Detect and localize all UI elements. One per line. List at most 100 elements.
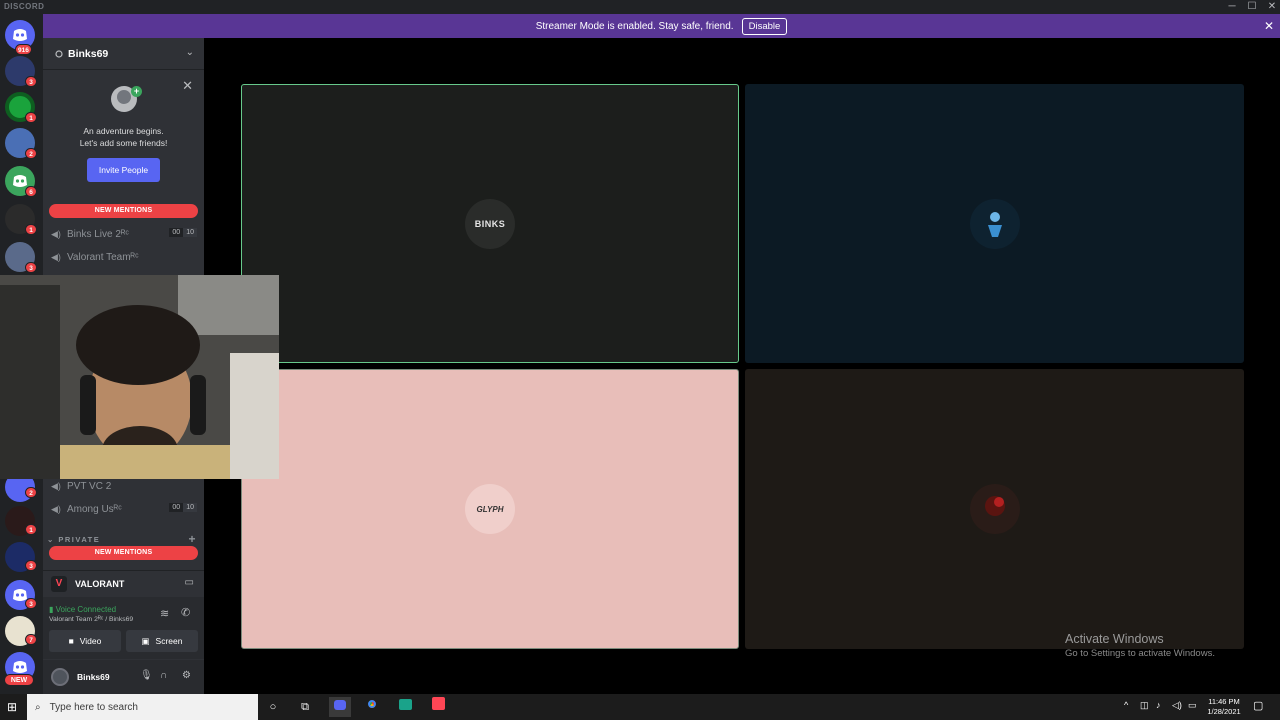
voice-channel[interactable]: ◀) PVT VC 2: [51, 476, 197, 496]
channel-name: Binks Live 2ᴿᶜ: [67, 228, 129, 240]
server-icon[interactable]: 3: [5, 580, 37, 610]
valorant-logo-icon: V: [51, 575, 67, 592]
mention-badge: 1: [25, 224, 37, 235]
voice-channel[interactable]: ◀) Among Usᴿᶜ 00 10: [51, 499, 197, 519]
mention-badge: 7: [25, 634, 37, 645]
avatar[interactable]: [51, 668, 69, 686]
cortana-icon[interactable]: ○: [262, 697, 284, 717]
avatar: BINKS: [465, 198, 515, 249]
server-icon[interactable]: 3: [5, 242, 37, 273]
channel-name: PVT VC 2: [67, 480, 112, 492]
category-private[interactable]: ⌄ PRIVATE +: [47, 532, 197, 546]
mention-badge: 916: [15, 44, 32, 55]
invite-headline: An adventure begins.: [83, 126, 164, 136]
chevron-up-icon[interactable]: ^: [1124, 700, 1128, 710]
invite-subtext: Let's add some friends!: [79, 138, 168, 148]
voice-channel-path[interactable]: Valorant Team 2ᴿᶜ / Binks69: [49, 616, 133, 623]
disable-button[interactable]: Disable: [741, 17, 788, 35]
video-button[interactable]: ■ Video: [49, 630, 121, 652]
volume-icon[interactable]: ◁): [1172, 700, 1182, 711]
server-icon[interactable]: 2: [5, 128, 37, 159]
discord-window: DISCORD ─ ☐ ✕ 916 3 1 2 6 1 3 2 1 3 3 7 …: [0, 0, 1280, 694]
mention-badge: 1: [25, 112, 37, 123]
windows-taskbar: ⊞ ⌕ Type here to search ○ ⧉ ^ ◫ ♪ ◁) ▭ 1…: [0, 694, 1280, 720]
voice-connection-panel: ▮ Voice Connected Valorant Team 2ᴿᶜ / Bi…: [43, 597, 204, 659]
chrome-icon[interactable]: [361, 697, 383, 717]
task-view-icon[interactable]: ⧉: [294, 697, 316, 717]
app-brand: DISCORD: [4, 2, 45, 11]
channel-name: Among Usᴿᶜ: [67, 503, 122, 515]
participant-tile[interactable]: [745, 369, 1244, 649]
disconnect-icon[interactable]: ✆: [181, 606, 190, 619]
windows-start-icon[interactable]: ⊞: [0, 694, 24, 720]
server-icon[interactable]: 3: [5, 56, 37, 87]
microphone-icon[interactable]: 🎙: [140, 670, 153, 681]
server-icon[interactable]: 6: [5, 166, 37, 197]
new-mentions-bar[interactable]: NEW MENTIONS: [49, 546, 198, 560]
watermark-subtitle: Go to Settings to activate Windows.: [1065, 648, 1215, 659]
user-limit: 00 10: [169, 228, 197, 237]
server-icon[interactable]: 3: [5, 542, 37, 572]
plus-icon: +: [131, 86, 142, 97]
tray-app-icon[interactable]: ◫: [1140, 700, 1149, 711]
taskbar-search[interactable]: ⌕ Type here to search: [27, 694, 258, 720]
guild-name: Binks69: [68, 47, 109, 60]
guild-header[interactable]: Binks69 ⌄: [43, 38, 204, 70]
avatar: GLYPH: [465, 484, 515, 534]
notifications-icon[interactable]: ▢: [1253, 699, 1263, 712]
banner-message: Streamer Mode is enabled. Stay safe, fri…: [535, 20, 734, 32]
clock-date: 1/28/2021: [1207, 707, 1241, 716]
user-panel: Binks69 🎙 ∩ ⚙: [43, 660, 204, 694]
mention-badge: 3: [25, 598, 37, 609]
voice-status: ▮ Voice Connected: [49, 605, 117, 614]
mention-badge: 2: [25, 148, 37, 159]
search-placeholder: Type here to search: [49, 701, 138, 713]
screen-share-icon[interactable]: ▭: [185, 577, 194, 588]
server-icon[interactable]: 1: [5, 204, 37, 235]
network-icon[interactable]: ▭: [1188, 700, 1197, 711]
maximize-button[interactable]: ☐: [1242, 0, 1262, 14]
avatar-icon: [987, 211, 1002, 237]
participant-tile[interactable]: GLYPH: [241, 369, 739, 649]
participant-tile[interactable]: BINKS: [241, 84, 739, 363]
home-button[interactable]: 916: [5, 20, 35, 55]
camera-icon: ■: [68, 636, 74, 646]
valorant-taskbar-icon[interactable]: [427, 697, 449, 717]
voice-channel[interactable]: ◀) Binks Live 2ᴿᶜ 00 10: [51, 224, 197, 244]
server-icon[interactable]: 1: [5, 506, 37, 536]
close-icon[interactable]: ✕: [1264, 19, 1274, 33]
minimize-button[interactable]: ─: [1222, 0, 1242, 14]
mention-badge: 3: [25, 262, 37, 273]
avatar-icon: [984, 496, 1005, 516]
app-icon[interactable]: [394, 697, 416, 717]
screen-icon: ▣: [141, 635, 150, 646]
streamer-mode-banner: Streamer Mode is enabled. Stay safe, fri…: [43, 14, 1280, 38]
webcam-overlay: [0, 275, 279, 479]
discord-taskbar-icon[interactable]: [329, 697, 351, 717]
server-icon[interactable]: 1: [5, 92, 37, 123]
headphones-icon[interactable]: ∩: [160, 670, 167, 681]
chevron-down-icon: ⌄: [47, 535, 59, 544]
gear-icon[interactable]: ⚙: [182, 670, 191, 681]
user-limit: 00 10: [169, 503, 197, 512]
new-mentions-bar[interactable]: NEW MENTIONS: [49, 204, 198, 218]
invite-people-button[interactable]: Invite People: [87, 158, 160, 182]
server-icon[interactable]: 7: [5, 616, 37, 646]
system-clock[interactable]: 11:46 PM 1/28/2021: [1200, 697, 1248, 717]
microphone-icon[interactable]: ♪: [1156, 700, 1161, 710]
title-bar: DISCORD ─ ☐ ✕: [0, 0, 1280, 14]
close-window-button[interactable]: ✕: [1262, 0, 1280, 14]
webcam-feed-image: [0, 275, 279, 479]
mention-badge: 1: [25, 524, 37, 535]
new-mentions-pill[interactable]: NEW: [4, 674, 34, 686]
participant-tile[interactable]: [745, 84, 1244, 363]
activation-watermark: Activate Windows Go to Settings to activ…: [1065, 632, 1215, 659]
category-label: PRIVATE: [58, 535, 101, 544]
close-icon[interactable]: ✕: [182, 78, 193, 94]
chevron-down-icon[interactable]: ⌄: [186, 47, 194, 58]
screen-button[interactable]: ▣ Screen: [126, 630, 198, 652]
noise-suppression-icon[interactable]: ≋: [160, 607, 169, 620]
voice-channel[interactable]: ◀) Valorant Teamᴿᶜ: [51, 247, 197, 267]
channel-name: Valorant Teamᴿᶜ: [67, 251, 139, 263]
add-channel-icon[interactable]: +: [188, 532, 197, 546]
